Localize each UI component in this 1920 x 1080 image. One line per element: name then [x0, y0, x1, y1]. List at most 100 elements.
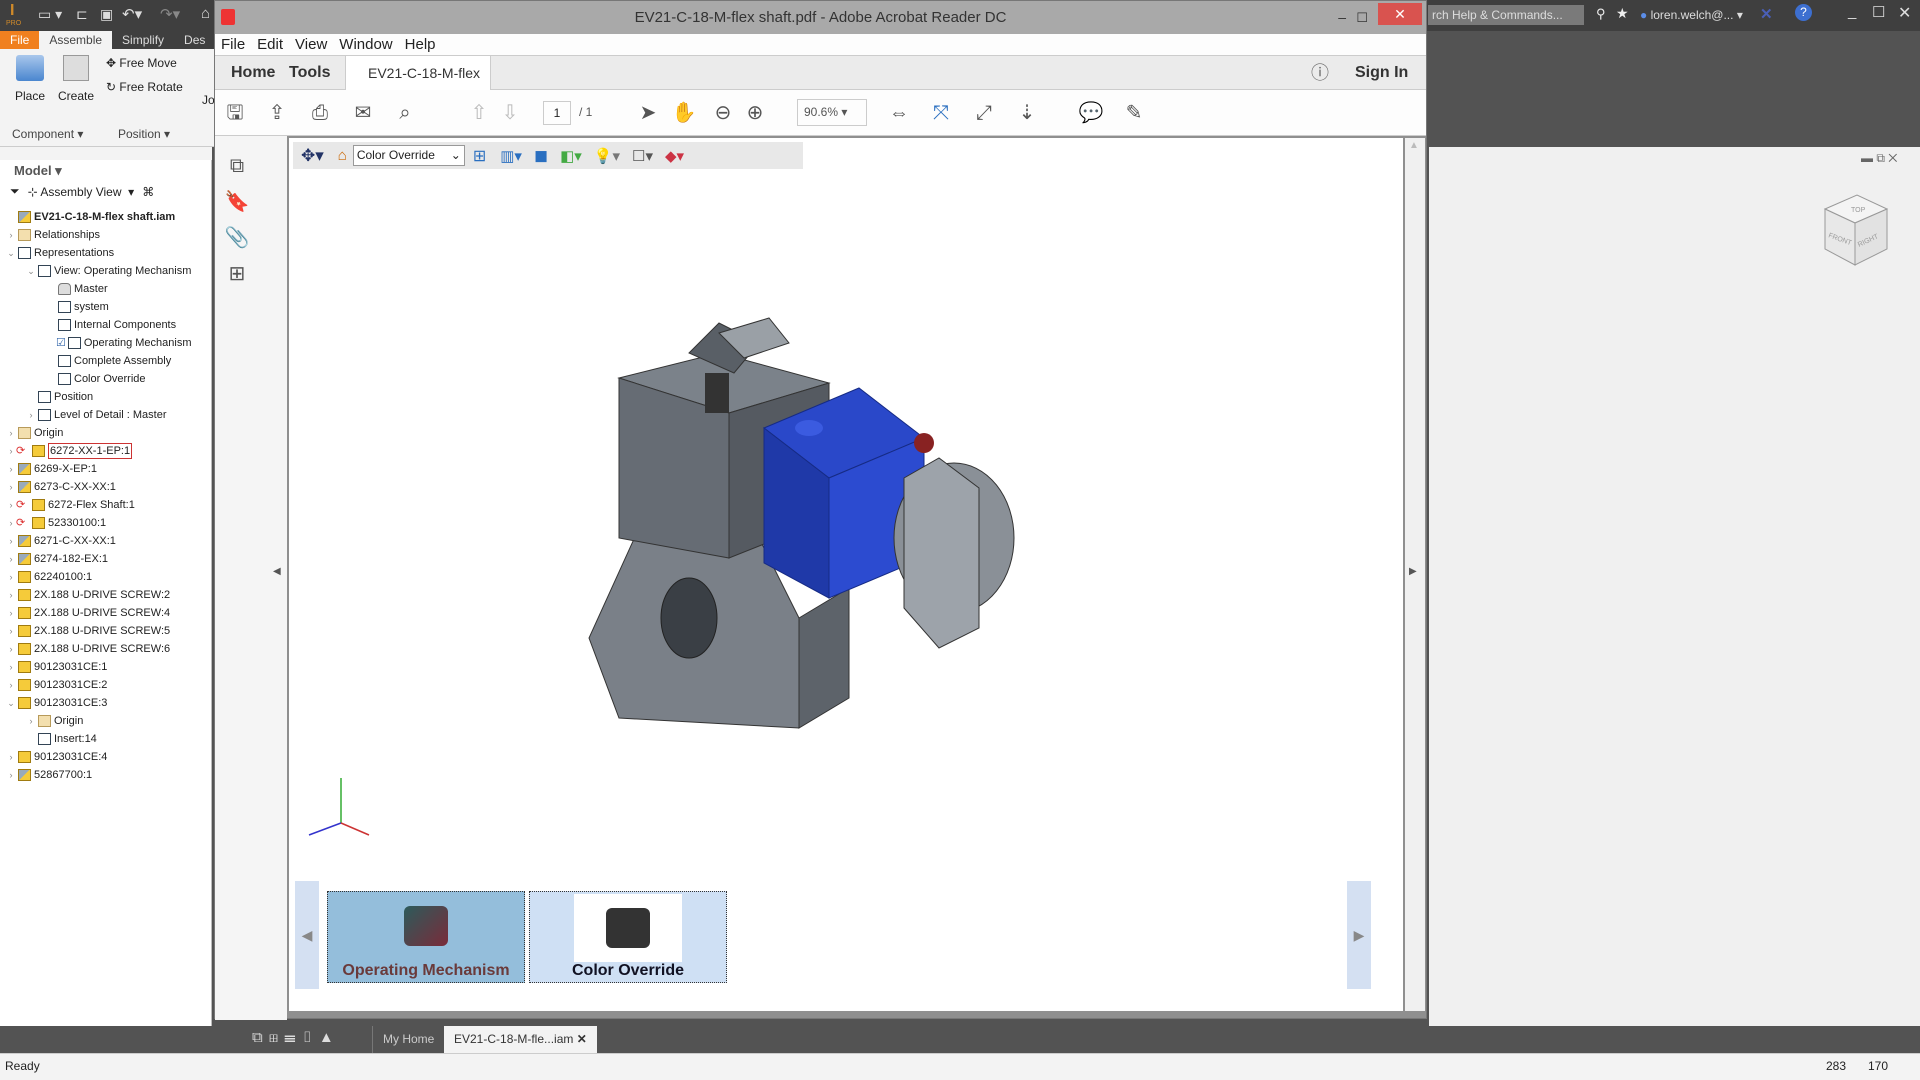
expand-toggle-icon[interactable]: ›: [6, 496, 16, 514]
help-search-input[interactable]: rch Help & Commands...: [1428, 5, 1584, 25]
menu-file[interactable]: File: [215, 34, 251, 55]
tree-item[interactable]: › 2X.188 U-DRIVE SCREW:4: [0, 604, 212, 622]
tab-home[interactable]: Home: [231, 56, 275, 90]
menu-window[interactable]: Window: [333, 34, 398, 55]
menu-help[interactable]: Help: [399, 34, 442, 55]
tree-item[interactable]: › 52867700:1: [0, 766, 212, 784]
tree-item[interactable]: › 6269-X-EP:1: [0, 460, 212, 478]
scroll-up-arrow[interactable]: ▲: [1409, 140, 1419, 151]
tab-document[interactable]: EV21-C-18-M-flex ... ×: [345, 56, 491, 115]
expand-toggle-icon[interactable]: ⌄: [6, 694, 16, 712]
tab-simplify[interactable]: Simplify: [112, 31, 174, 49]
tab-my-home[interactable]: My Home: [372, 1026, 444, 1053]
email-icon[interactable]: ✉: [349, 99, 377, 127]
page-number-input[interactable]: 1: [543, 101, 571, 125]
expand-toggle-icon[interactable]: ›: [6, 604, 16, 622]
save-icon[interactable]: 🖫: [221, 99, 249, 127]
hand-tool-icon[interactable]: ✋: [670, 99, 698, 127]
assembly-view-dropdown[interactable]: ⊹ Assembly View ▾: [28, 185, 135, 199]
bookmarks-icon[interactable]: 🔖: [223, 188, 251, 216]
filter-icon[interactable]: ⏷: [10, 184, 20, 199]
tree-item[interactable]: › 6274-182-EX:1: [0, 550, 212, 568]
render-mode-cube-icon[interactable]: ◼: [534, 146, 548, 166]
joint-button[interactable]: Jo: [202, 93, 215, 107]
thumbnail-scroll-right[interactable]: ▶: [1347, 881, 1371, 989]
help-icon[interactable]: ?: [1795, 4, 1812, 21]
fit-width-icon[interactable]: ⇔: [885, 99, 913, 127]
view-window-controls[interactable]: ▬ ⧉ ✕: [1861, 151, 1897, 166]
view-thumbnail-color-override[interactable]: Color Override: [529, 891, 727, 983]
fit-page-icon[interactable]: ⤧: [927, 99, 955, 127]
viewcube[interactable]: TOP FRONT RIGHT: [1815, 187, 1895, 277]
expand-toggle-icon[interactable]: ›: [6, 766, 16, 784]
tree-item[interactable]: Master: [0, 280, 212, 298]
collapse-left-pane-arrow[interactable]: ◀: [273, 566, 281, 577]
save-icon[interactable]: ▣: [100, 6, 113, 23]
find-binoculars-icon[interactable]: ⌘: [142, 185, 154, 199]
expand-toggle-icon[interactable]: ›: [6, 478, 16, 496]
acrobat-minimize-button[interactable]: –: [1338, 1, 1346, 34]
tree-item[interactable]: Internal Components: [0, 316, 212, 334]
lighting-icon[interactable]: ◧▾: [560, 147, 582, 165]
tree-item[interactable]: › ⟳ 6272-XX-1-EP:1: [0, 442, 212, 460]
attachments-icon[interactable]: 📎: [223, 224, 251, 252]
tree-item[interactable]: › Origin: [0, 712, 212, 730]
tree-item[interactable]: Color Override: [0, 370, 212, 388]
vertical-scrollbar[interactable]: ▲ ▶: [1405, 138, 1425, 1011]
expand-toggle-icon[interactable]: ›: [6, 586, 16, 604]
expand-toggle-icon[interactable]: ⌄: [26, 262, 36, 280]
projection-icon[interactable]: ▥▾: [500, 147, 522, 165]
expand-toggle-icon[interactable]: ›: [26, 406, 36, 424]
cross-section-icon[interactable]: ◆▾: [665, 147, 684, 165]
expand-toggle-icon[interactable]: ›: [6, 514, 16, 532]
expand-toggle-icon[interactable]: ›: [6, 568, 16, 586]
next-page-icon[interactable]: ⇩: [496, 99, 524, 127]
highlight-pen-icon[interactable]: ✎: [1120, 99, 1148, 127]
tree-item[interactable]: Insert:14: [0, 730, 212, 748]
minimize-button[interactable]: _: [1848, 3, 1856, 20]
menu-view[interactable]: View: [289, 34, 333, 55]
tree-item[interactable]: Position: [0, 388, 212, 406]
tab-assemble[interactable]: Assemble: [39, 31, 113, 49]
expand-toggle-icon[interactable]: ›: [6, 640, 16, 658]
tree-item[interactable]: ⌄ Representations: [0, 244, 212, 262]
search-icon[interactable]: ⌕: [391, 99, 419, 127]
view-thumbnail-operating-mechanism[interactable]: Operating Mechanism: [327, 891, 525, 983]
close-button[interactable]: ✕: [1898, 3, 1911, 23]
select-arrow-icon[interactable]: ➤: [634, 99, 662, 127]
home-icon[interactable]: ⌂: [201, 5, 210, 22]
tree-item[interactable]: › 90123031CE:1: [0, 658, 212, 676]
tree-item[interactable]: ⌄ View: Operating Mechanism: [0, 262, 212, 280]
free-rotate-button[interactable]: ↻ Free Rotate: [106, 80, 183, 94]
tree-item[interactable]: ⌄ 90123031CE:3: [0, 694, 212, 712]
collapse-right-pane-arrow[interactable]: ▶: [1409, 566, 1417, 577]
full-screen-icon[interactable]: ⤢: [970, 99, 998, 127]
acrobat-close-button[interactable]: ✕: [1378, 3, 1422, 25]
tree-item[interactable]: › Level of Detail : Master: [0, 406, 212, 424]
rotate-tool-icon[interactable]: ✥▾: [301, 146, 324, 166]
tree-item[interactable]: › 2X.188 U-DRIVE SCREW:2: [0, 586, 212, 604]
component-panel-label[interactable]: Component ▾: [12, 127, 83, 141]
tree-item[interactable]: › 62240100:1: [0, 568, 212, 586]
expand-toggle-icon[interactable]: ›: [6, 676, 16, 694]
tree-item[interactable]: ☑ Operating Mechanism: [0, 334, 212, 352]
tree-item[interactable]: › Origin: [0, 424, 212, 442]
help-circle-icon[interactable]: ⓘ: [1311, 56, 1329, 90]
view-select[interactable]: Color Override ⌄: [352, 145, 465, 166]
expand-toggle-icon[interactable]: ›: [6, 424, 16, 442]
expand-toggle-icon[interactable]: ⌄: [6, 244, 16, 262]
zoom-in-icon[interactable]: ⊕: [741, 99, 769, 127]
favorites-star-icon[interactable]: ★: [1616, 5, 1629, 22]
tree-item[interactable]: › 2X.188 U-DRIVE SCREW:5: [0, 622, 212, 640]
communication-center-icon[interactable]: ⚲: [1596, 6, 1606, 22]
expand-toggle-icon[interactable]: ›: [6, 748, 16, 766]
tree-item[interactable]: › 90123031CE:4: [0, 748, 212, 766]
redo-icon[interactable]: ↷▾: [160, 5, 180, 23]
tree-item[interactable]: › 6273-C-XX-XX:1: [0, 478, 212, 496]
checkbox-icon[interactable]: ☑: [56, 334, 66, 352]
user-account-menu[interactable]: ● loren.welch@... ▾: [1640, 6, 1743, 24]
tree-item[interactable]: › Relationships: [0, 226, 212, 244]
zoom-out-icon[interactable]: ⊖: [709, 99, 737, 127]
sign-in-button[interactable]: Sign In: [1355, 56, 1408, 90]
expand-toggle-icon[interactable]: ›: [6, 658, 16, 676]
